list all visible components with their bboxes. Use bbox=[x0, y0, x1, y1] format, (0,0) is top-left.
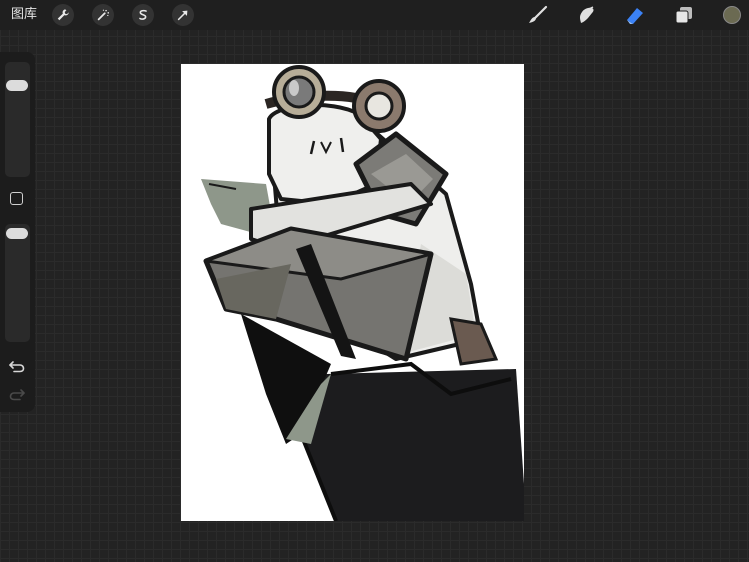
layers-button[interactable] bbox=[672, 4, 696, 26]
gallery-button[interactable]: 图库 bbox=[11, 6, 37, 24]
transform-button[interactable] bbox=[172, 4, 194, 26]
undo-icon[interactable] bbox=[8, 358, 26, 374]
procreate-app: 图库 bbox=[0, 0, 749, 562]
eraser-icon bbox=[627, 8, 643, 24]
brush-size-thumb[interactable] bbox=[6, 80, 28, 91]
brush-icon bbox=[529, 5, 548, 23]
modify-square-icon[interactable] bbox=[10, 192, 23, 205]
selection-icon bbox=[139, 9, 147, 20]
smudge-icon bbox=[580, 6, 594, 24]
layers-icon bbox=[675, 7, 692, 24]
eraser-button[interactable] bbox=[622, 4, 646, 26]
brush-button[interactable] bbox=[526, 4, 550, 26]
opacity-thumb[interactable] bbox=[6, 228, 28, 239]
artwork-illustration bbox=[201, 65, 524, 521]
magic-wand-icon bbox=[97, 9, 110, 21]
wrench-icon bbox=[57, 9, 69, 21]
actions-button[interactable] bbox=[52, 4, 74, 26]
selection-button[interactable] bbox=[132, 4, 154, 26]
drawing-canvas[interactable] bbox=[181, 64, 524, 521]
color-picker-swatch[interactable] bbox=[723, 6, 741, 24]
left-sidebar bbox=[0, 52, 35, 412]
adjustments-button[interactable] bbox=[92, 4, 114, 26]
opacity-slider[interactable] bbox=[5, 224, 30, 342]
redo-icon[interactable] bbox=[8, 386, 26, 402]
transform-arrow-icon bbox=[177, 10, 188, 21]
top-toolbar: 图库 bbox=[0, 0, 749, 30]
smudge-button[interactable] bbox=[574, 4, 598, 26]
